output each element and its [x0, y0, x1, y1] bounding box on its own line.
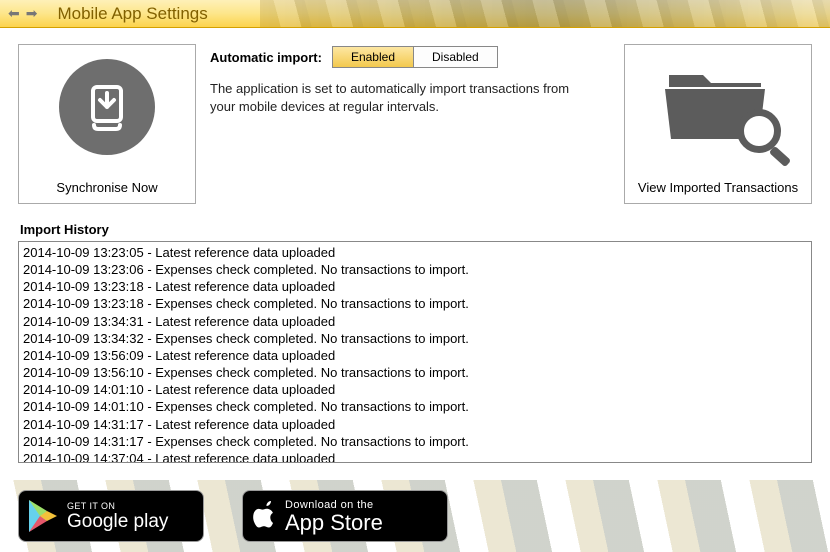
history-entry: 2014-10-09 13:34:32 - Expenses check com…: [23, 330, 807, 347]
auto-import-toggle: Enabled Disabled: [332, 46, 498, 68]
history-entry: 2014-10-09 13:23:06 - Expenses check com…: [23, 261, 807, 278]
google-play-big: Google play: [67, 512, 168, 531]
top-row: Synchronise Now Automatic import: Enable…: [18, 44, 812, 204]
apple-icon: [251, 501, 281, 531]
forward-arrow-icon[interactable]: ➡: [26, 5, 38, 22]
store-badge-row: GET IT ON Google play Download on the Ap…: [0, 480, 830, 552]
view-panel-label: View Imported Transactions: [638, 180, 798, 195]
history-entry: 2014-10-09 13:23:18 - Latest reference d…: [23, 278, 807, 295]
auto-import-description: The application is set to automatically …: [210, 80, 580, 115]
history-entry: 2014-10-09 13:34:31 - Latest reference d…: [23, 313, 807, 330]
auto-import-section: Automatic import: Enabled Disabled The a…: [210, 44, 610, 115]
synchronise-now-panel[interactable]: Synchronise Now: [18, 44, 196, 204]
history-entry: 2014-10-09 13:56:10 - Expenses check com…: [23, 364, 807, 381]
history-entry: 2014-10-09 13:23:05 - Latest reference d…: [23, 244, 807, 261]
back-arrow-icon[interactable]: ⬅: [8, 5, 20, 22]
history-entry: 2014-10-09 14:31:17 - Latest reference d…: [23, 416, 807, 433]
sync-icon: [59, 59, 155, 155]
page-title: Mobile App Settings: [57, 4, 207, 24]
app-store-text: Download on the App Store: [285, 499, 383, 534]
app-store-big: App Store: [285, 512, 383, 534]
app-store-badge[interactable]: Download on the App Store: [242, 490, 448, 542]
enabled-button[interactable]: Enabled: [333, 47, 414, 67]
content-area: Synchronise Now Automatic import: Enable…: [0, 28, 830, 463]
history-entry: 2014-10-09 14:31:17 - Expenses check com…: [23, 433, 807, 450]
google-play-text: GET IT ON Google play: [67, 501, 168, 531]
google-play-icon: [27, 498, 59, 534]
sync-panel-label: Synchronise Now: [56, 180, 157, 195]
disabled-button[interactable]: Disabled: [414, 47, 497, 67]
import-history-list[interactable]: 2014-10-09 13:23:05 - Latest reference d…: [18, 241, 812, 463]
auto-import-row: Automatic import: Enabled Disabled: [210, 46, 610, 68]
history-entry: 2014-10-09 14:37:04 - Latest reference d…: [23, 450, 807, 463]
google-play-badge[interactable]: GET IT ON Google play: [18, 490, 204, 542]
auto-import-label: Automatic import:: [210, 50, 322, 65]
google-play-small: GET IT ON: [67, 501, 168, 511]
history-entry: 2014-10-09 13:56:09 - Latest reference d…: [23, 347, 807, 364]
folder-search-icon: [663, 59, 773, 147]
history-entry: 2014-10-09 14:01:10 - Latest reference d…: [23, 381, 807, 398]
history-entry: 2014-10-09 13:23:18 - Expenses check com…: [23, 295, 807, 312]
header-bar: ⬅ ➡ Mobile App Settings: [0, 0, 830, 28]
app-store-small: Download on the: [285, 499, 383, 511]
history-entry: 2014-10-09 14:01:10 - Expenses check com…: [23, 398, 807, 415]
import-history-label: Import History: [20, 222, 812, 237]
view-transactions-panel[interactable]: View Imported Transactions: [624, 44, 812, 204]
